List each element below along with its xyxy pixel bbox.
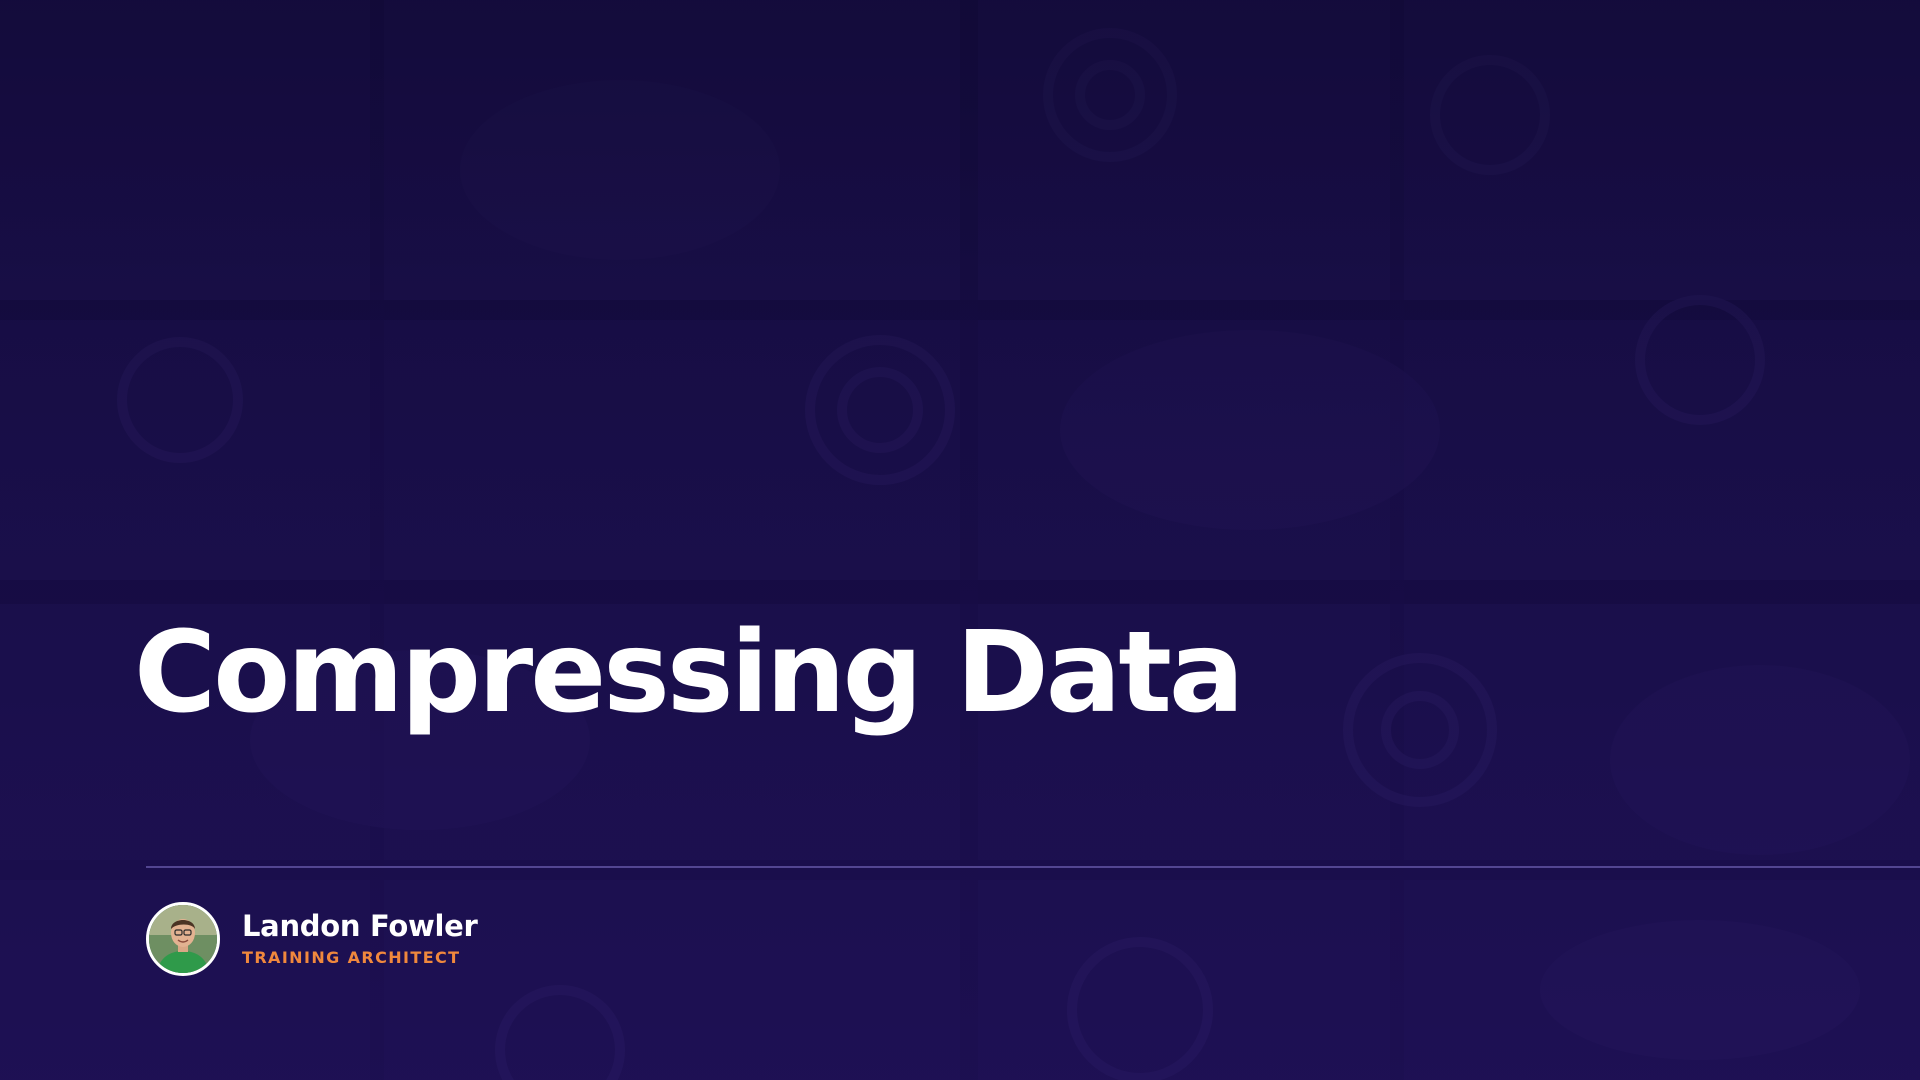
person-avatar-icon [146,902,220,976]
title-slide: Compressing Data Landon Fowler TRAINING … [0,0,1920,1080]
slide-title: Compressing Data [134,608,1244,738]
presenter-block: Landon Fowler TRAINING ARCHITECT [146,902,478,976]
presenter-name: Landon Fowler [242,909,478,944]
divider-line [146,866,1920,868]
presenter-text: Landon Fowler TRAINING ARCHITECT [242,909,478,968]
presenter-role: TRAINING ARCHITECT [242,948,461,968]
